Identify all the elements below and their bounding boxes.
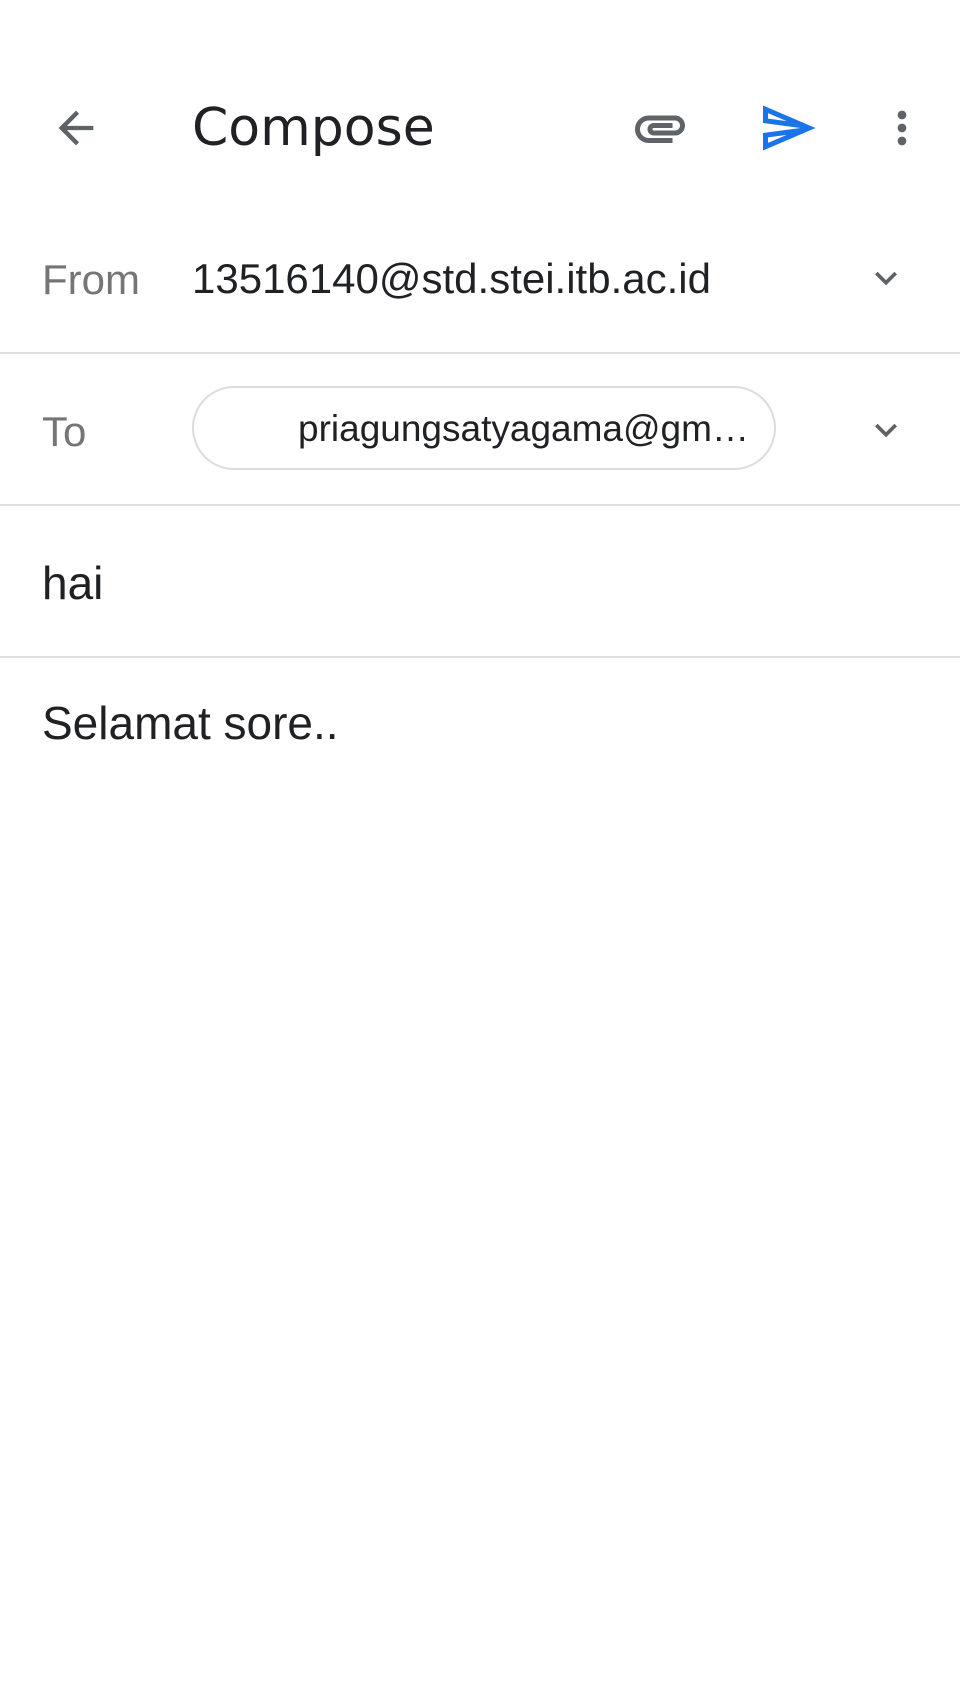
compose-toolbar: Compose <box>0 0 960 200</box>
arrow-back-icon <box>58 110 94 146</box>
from-label: From <box>42 256 140 303</box>
from-account-selector[interactable]: 13516140@std.stei.itb.ac.id <box>192 252 711 306</box>
subject-field[interactable]: hai <box>42 554 103 612</box>
from-expand-button[interactable] <box>852 244 920 312</box>
subject-row: hai <box>0 506 960 658</box>
chevron-down-icon <box>875 271 897 286</box>
paperclip-icon <box>635 115 685 143</box>
chevron-down-icon <box>875 423 897 438</box>
attach-button[interactable] <box>624 92 696 164</box>
to-expand-button[interactable] <box>852 396 920 464</box>
page-title: Compose <box>192 98 435 158</box>
from-row: From 13516140@std.stei.itb.ac.id <box>0 202 960 354</box>
recipient-chip[interactable]: priagungsatyagama@gm… <box>192 386 776 470</box>
back-button[interactable] <box>40 92 112 164</box>
more-vert-icon <box>897 110 907 146</box>
more-options-button[interactable] <box>866 92 938 164</box>
send-button[interactable] <box>752 92 824 164</box>
to-row: To priagungsatyagama@gm… <box>0 354 960 506</box>
send-icon <box>763 105 816 151</box>
message-body-field[interactable]: Selamat sore.. <box>42 694 918 1654</box>
to-label: To <box>42 408 87 455</box>
recipient-chip-label: priagungsatyagama@gm… <box>298 408 749 449</box>
